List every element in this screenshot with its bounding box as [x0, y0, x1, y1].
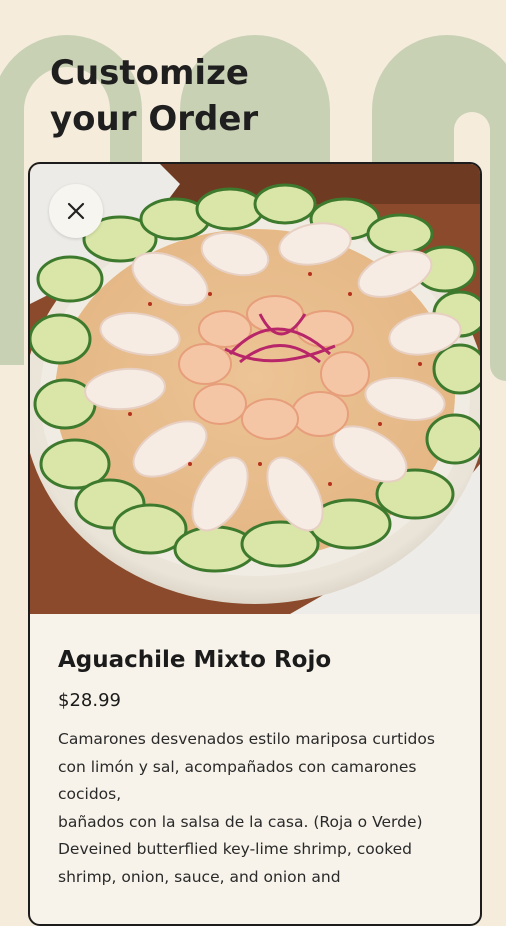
- product-name: Aguachile Mixto Rojo: [58, 647, 332, 673]
- food-photo: [30, 164, 480, 614]
- close-button[interactable]: [49, 184, 103, 238]
- product-info: Aguachile Mixto Rojo $28.99 Camarones de…: [30, 614, 480, 891]
- close-icon: [67, 202, 85, 220]
- product-description: Camarones desvenados estilo mariposa cur…: [58, 730, 435, 886]
- page-title: Customize your Order: [50, 53, 259, 139]
- product-price: $28.99: [58, 690, 121, 711]
- product-card: Aguachile Mixto Rojo $28.99 Camarones de…: [28, 162, 482, 926]
